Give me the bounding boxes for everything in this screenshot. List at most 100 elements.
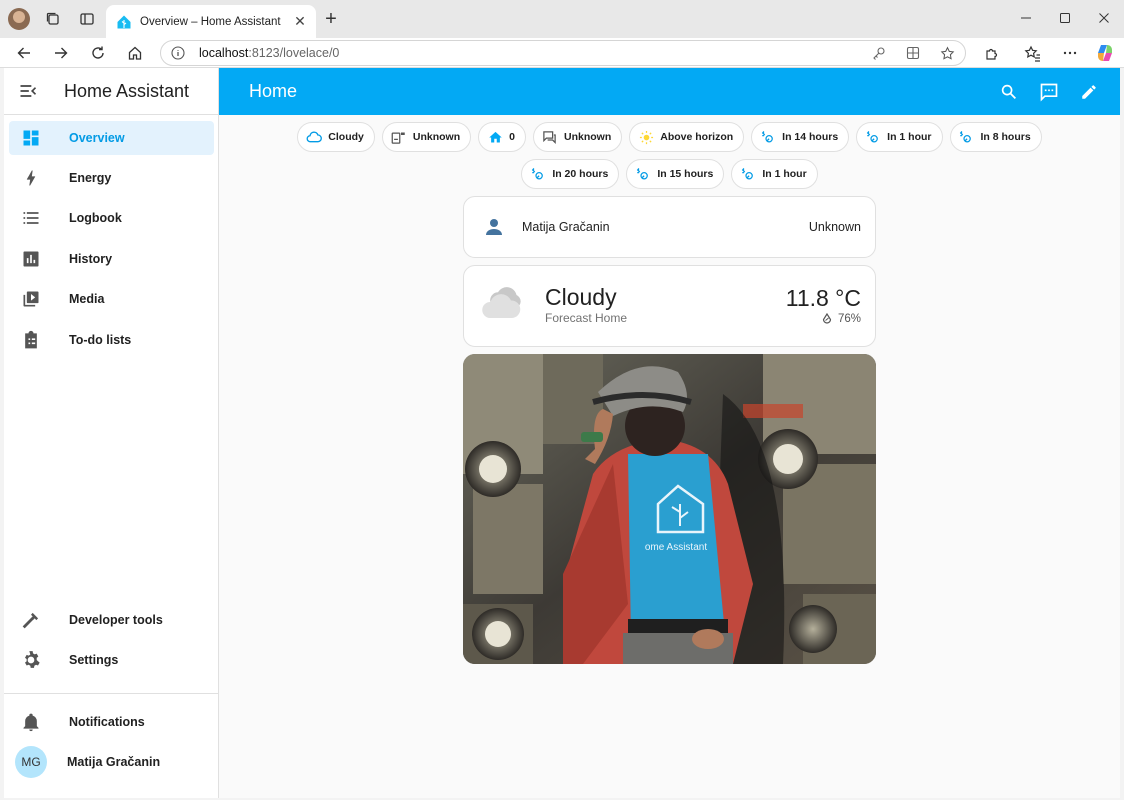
badge-label: In 15 hours: [657, 168, 714, 180]
hammer-icon: [19, 608, 43, 632]
sidebar-item-logbook[interactable]: Logbook: [9, 201, 214, 235]
sidebar-item-history[interactable]: History: [9, 242, 214, 276]
sidebar-item-label: Developer tools: [69, 613, 163, 627]
badge-sun[interactable]: Above horizon: [629, 122, 745, 152]
sidebar-item-label: Logbook: [69, 211, 122, 225]
cloud-icon: [306, 129, 323, 145]
browser-tab-active[interactable]: Overview – Home Assistant ✕: [106, 5, 316, 38]
address-bar-row: localhost:8123/lovelace/0: [0, 38, 1124, 68]
more-options-icon[interactable]: [1058, 41, 1082, 65]
dashboard-icon: [19, 126, 43, 150]
badge-label: In 20 hours: [552, 168, 609, 180]
home-button-icon[interactable]: [123, 41, 147, 65]
back-icon[interactable]: [12, 41, 36, 65]
new-tab-icon[interactable]: +: [320, 8, 342, 30]
sidebar-item-notifications[interactable]: Notifications: [9, 705, 214, 739]
app-available-icon[interactable]: [906, 46, 920, 60]
weather-sunset-icon: [635, 166, 651, 182]
minimize-icon[interactable]: [1006, 6, 1046, 30]
sidebar-header: Home Assistant: [4, 68, 218, 115]
edit-pencil-icon[interactable]: [1077, 80, 1101, 104]
maximize-icon[interactable]: [1045, 6, 1085, 30]
play-box-icon: [19, 287, 43, 311]
tab-actions-icon[interactable]: [76, 8, 98, 30]
badge-device[interactable]: Unknown: [381, 122, 472, 152]
gear-icon: [19, 648, 43, 672]
site-info-icon[interactable]: [171, 46, 185, 60]
person-entity-card[interactable]: Matija Gračanin Unknown: [463, 196, 876, 258]
address-bar[interactable]: localhost:8123/lovelace/0: [160, 40, 966, 66]
weather-forecast-card[interactable]: Cloudy Forecast Home 11.8 °C 76%: [463, 265, 876, 347]
home-icon: [487, 129, 503, 145]
badge-sun-next-noon[interactable]: In 20 hours: [521, 159, 620, 189]
sidebar-item-todo[interactable]: To-do lists: [9, 323, 214, 357]
sidebar-title: Home Assistant: [64, 80, 190, 101]
weather-condition: Cloudy: [545, 284, 617, 310]
badge-conversation[interactable]: Unknown: [532, 122, 623, 152]
sidebar-item-label: Energy: [69, 171, 112, 185]
picture-card[interactable]: ome Assistant: [463, 354, 876, 664]
sidebar-item-profile[interactable]: MG Matija Gračanin: [9, 745, 214, 779]
copilot-icon[interactable]: [1093, 41, 1117, 65]
user-name: Matija Gračanin: [67, 755, 161, 769]
sidebar-item-label: To-do lists: [69, 333, 132, 347]
badge-label: In 14 hours: [782, 131, 839, 143]
shirt-text: ome Assistant: [645, 542, 707, 553]
badge-sun-next-midnight[interactable]: In 8 hours: [949, 122, 1042, 152]
person-state: Unknown: [808, 220, 861, 234]
menu-collapse-icon[interactable]: [18, 81, 38, 101]
sidebar-divider: [4, 693, 219, 694]
home-assistant-favicon: [117, 15, 131, 28]
sidebar-item-energy[interactable]: Energy: [9, 161, 214, 195]
sidebar-item-overview[interactable]: Overview: [9, 121, 214, 155]
close-tab-icon[interactable]: ✕: [292, 13, 308, 30]
sidebar-item-label: Settings: [69, 653, 119, 667]
cloudy-weather-icon: [482, 287, 521, 318]
url-host: localhost: [199, 46, 249, 60]
person-name: Matija Gračanin: [522, 220, 610, 234]
badge-sun-next-rising[interactable]: In 15 hours: [626, 159, 725, 189]
forward-icon[interactable]: [49, 41, 73, 65]
close-window-icon[interactable]: [1084, 6, 1124, 30]
search-icon[interactable]: [997, 80, 1021, 104]
weather-entity-name: Forecast Home: [545, 311, 628, 325]
message-icon: [542, 129, 558, 145]
badges-row: Cloudy Unknown 0 Unknown Above horizon I…: [219, 122, 1120, 196]
badge-zone-home[interactable]: 0: [478, 122, 526, 152]
browser-tab-strip: Overview – Home Assistant ✕ +: [0, 0, 1124, 38]
sidebar-item-label: Overview: [69, 131, 125, 145]
weather-sunset-icon: [959, 129, 975, 145]
humidity-drop-icon: [822, 313, 832, 324]
sidebar: Home Assistant Overview Energy Logbook H…: [4, 68, 219, 798]
extensions-icon[interactable]: [980, 41, 1004, 65]
sidebar-item-media[interactable]: Media: [9, 282, 214, 316]
weather-temperature: 11.8 °C: [785, 285, 861, 311]
sidebar-item-settings[interactable]: Settings: [9, 643, 214, 677]
sidebar-item-label: Notifications: [69, 715, 145, 729]
assist-icon[interactable]: [1037, 80, 1061, 104]
badge-sun-next-dusk[interactable]: In 1 hour: [856, 122, 943, 152]
humidity-value: 76%: [837, 313, 861, 325]
badge-weather[interactable]: Cloudy: [297, 122, 375, 152]
favorite-star-icon[interactable]: [940, 46, 955, 61]
badge-label: Above horizon: [660, 131, 734, 143]
favorites-icon[interactable]: [1020, 41, 1044, 65]
top-app-bar: Home: [219, 68, 1120, 115]
weather-sunset-icon: [865, 129, 881, 145]
sidebar-item-developer-tools[interactable]: Developer tools: [9, 603, 214, 637]
badge-label: In 1 hour: [762, 168, 807, 180]
clipboard-list-icon: [19, 328, 43, 352]
profile-avatar[interactable]: [8, 8, 30, 30]
main-view: Home Cloudy Unknown 0 Unknown Above hori…: [219, 68, 1120, 798]
workspaces-icon[interactable]: [42, 8, 64, 30]
badge-sun-next-setting[interactable]: In 1 hour: [731, 159, 818, 189]
list-icon: [19, 206, 43, 230]
password-key-icon[interactable]: [872, 46, 886, 60]
refresh-icon[interactable]: [86, 41, 110, 65]
badge-sun-next-dawn[interactable]: In 14 hours: [751, 122, 850, 152]
sidebar-item-label: Media: [69, 292, 105, 306]
badge-label: 0: [509, 131, 515, 143]
chart-bar-icon: [19, 247, 43, 271]
home-assistant-app: Home Assistant Overview Energy Logbook H…: [4, 68, 1120, 798]
url-path: :8123/lovelace/0: [248, 46, 340, 60]
